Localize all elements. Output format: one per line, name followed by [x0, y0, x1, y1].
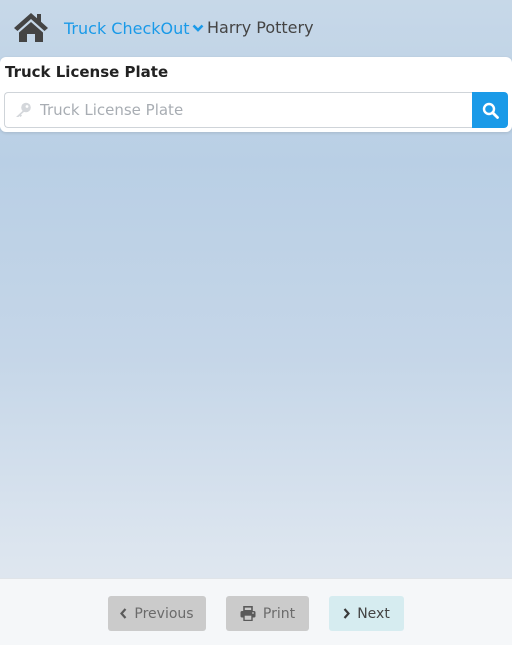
previous-label: Previous: [134, 605, 194, 622]
next-button[interactable]: Next: [329, 596, 404, 631]
license-plate-panel: Truck License Plate: [0, 57, 512, 132]
top-bar: Truck CheckOut Harry Pottery: [0, 0, 512, 56]
search-icon: [482, 102, 499, 119]
user-name: Harry Pottery: [207, 18, 314, 37]
home-button[interactable]: [13, 11, 49, 43]
previous-button[interactable]: Previous: [108, 596, 206, 631]
chevron-left-icon: [120, 608, 127, 619]
chevron-down-icon[interactable]: [192, 23, 204, 33]
print-button[interactable]: Print: [226, 596, 309, 631]
license-plate-input[interactable]: [40, 93, 460, 127]
home-icon: [13, 11, 49, 43]
footer-toolbar: Previous Print Next: [0, 578, 512, 645]
key-icon: [14, 102, 32, 118]
next-label: Next: [357, 605, 390, 622]
printer-icon: [240, 606, 256, 621]
panel-title: Truck License Plate: [5, 63, 169, 81]
module-menu-label[interactable]: Truck CheckOut: [64, 19, 190, 38]
license-plate-field-wrapper: [4, 92, 472, 128]
chevron-right-icon: [343, 608, 351, 619]
license-plate-search: [4, 92, 508, 128]
print-label: Print: [262, 605, 296, 622]
module-menu-dropdown[interactable]: Truck CheckOut: [64, 18, 204, 38]
search-button[interactable]: [472, 92, 508, 128]
